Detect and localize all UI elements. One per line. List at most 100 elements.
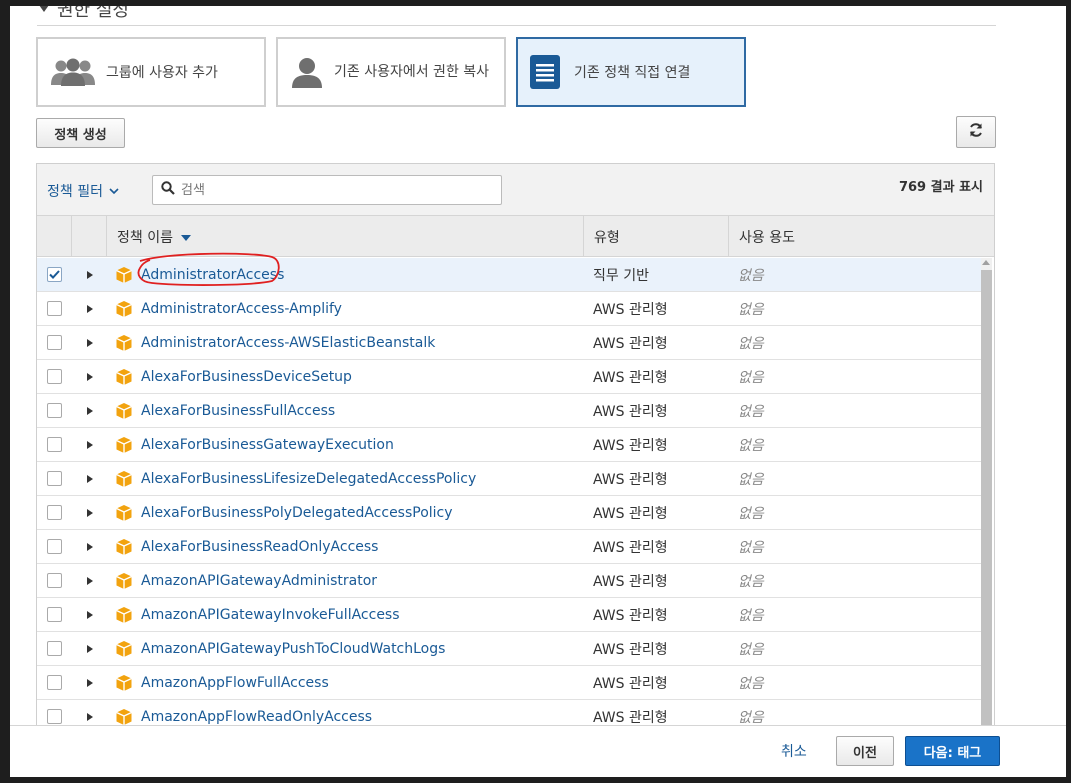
- row-checkbox[interactable]: [47, 675, 62, 690]
- policy-name-link[interactable]: AdministratorAccess: [141, 258, 284, 291]
- expand-row-icon[interactable]: [87, 292, 93, 325]
- policy-type: AWS 관리형: [593, 607, 668, 624]
- policy-type: AWS 관리형: [593, 573, 668, 590]
- search-box[interactable]: [152, 175, 502, 205]
- table-row[interactable]: AdministratorAccess-AWSElasticBeanstalk A…: [37, 326, 981, 360]
- caret-down-icon: [39, 6, 49, 12]
- table-row[interactable]: AmazonAppFlowFullAccess AWS 관리형 없음: [37, 666, 981, 700]
- search-input[interactable]: [181, 182, 481, 198]
- policy-name-link[interactable]: AmazonAPIGatewayInvokeFullAccess: [141, 598, 400, 631]
- column-header-name[interactable]: 정책 이름: [107, 216, 584, 257]
- table-row[interactable]: AlexaForBusinessPolyDelegatedAccessPolic…: [37, 496, 981, 530]
- column-header-type[interactable]: 유형: [584, 216, 729, 257]
- policy-name-link[interactable]: AdministratorAccess-AWSElasticBeanstalk: [141, 326, 435, 359]
- table-row[interactable]: AlexaForBusinessGatewayExecution AWS 관리형 없…: [37, 428, 981, 462]
- scroll-up-icon[interactable]: [982, 260, 990, 265]
- refresh-button[interactable]: [956, 116, 996, 148]
- table-row[interactable]: AmazonAPIGatewayInvokeFullAccess AWS 관리형 없…: [37, 598, 981, 632]
- row-checkbox[interactable]: [47, 335, 62, 350]
- scrollbar-thumb[interactable]: [981, 270, 992, 777]
- policy-package-icon: [115, 258, 133, 291]
- column-header-usage[interactable]: 사용 용도: [729, 216, 994, 257]
- expand-row-icon[interactable]: [87, 666, 93, 699]
- policy-usage: 없음: [738, 335, 764, 352]
- policy-type: 직무 기반: [593, 267, 649, 284]
- row-checkbox[interactable]: [47, 709, 62, 724]
- table-row[interactable]: AlexaForBusinessReadOnlyAccess AWS 관리형 없음: [37, 530, 981, 564]
- create-policy-button[interactable]: 정책 생성: [36, 118, 125, 148]
- policy-name-link[interactable]: AlexaForBusinessPolyDelegatedAccessPolic…: [141, 496, 453, 529]
- policy-usage: 없음: [738, 607, 764, 624]
- section-header[interactable]: 권한 설정: [37, 6, 996, 26]
- policy-name-link[interactable]: AmazonAPIGatewayPushToCloudWatchLogs: [141, 632, 445, 665]
- policy-name-link[interactable]: AmazonAppFlowFullAccess: [141, 666, 329, 699]
- policy-package-icon: [115, 530, 133, 563]
- header-select-cell: [37, 216, 72, 257]
- row-checkbox[interactable]: [47, 267, 62, 282]
- users-group-icon: [50, 57, 96, 87]
- row-checkbox[interactable]: [47, 369, 62, 384]
- policy-usage: 없음: [738, 403, 764, 420]
- row-checkbox[interactable]: [47, 607, 62, 622]
- policy-usage: 없음: [738, 675, 764, 692]
- row-checkbox[interactable]: [47, 301, 62, 316]
- option-attach-policies[interactable]: 기존 정책 직접 연결: [516, 37, 746, 107]
- policy-type: AWS 관리형: [593, 437, 668, 454]
- policy-name-link[interactable]: AlexaForBusinessDeviceSetup: [141, 360, 352, 393]
- window-frame: 권한 설정 그룹에 사용자 추가 기존 사용자에서 권한 복사 기존 정책 직접…: [10, 6, 1066, 777]
- row-checkbox[interactable]: [47, 641, 62, 656]
- table-row[interactable]: AlexaForBusinessFullAccess AWS 관리형 없음: [37, 394, 981, 428]
- policy-package-icon: [115, 292, 133, 325]
- expand-row-icon[interactable]: [87, 598, 93, 631]
- policy-name-link[interactable]: AlexaForBusinessFullAccess: [141, 394, 335, 427]
- filter-bar: 정책 필터 769 결과 표시: [37, 164, 994, 216]
- policy-name-link[interactable]: AmazonAPIGatewayAdministrator: [141, 564, 377, 597]
- option-label: 그룹에 사용자 추가: [106, 65, 218, 81]
- policy-name-link[interactable]: AdministratorAccess-Amplify: [141, 292, 342, 325]
- row-checkbox[interactable]: [47, 505, 62, 520]
- policy-type: AWS 관리형: [593, 369, 668, 386]
- row-checkbox[interactable]: [47, 539, 62, 554]
- policy-usage: 없음: [738, 641, 764, 658]
- row-checkbox[interactable]: [47, 437, 62, 452]
- expand-row-icon[interactable]: [87, 360, 93, 393]
- expand-row-icon[interactable]: [87, 326, 93, 359]
- section-title: 권한 설정: [57, 6, 129, 21]
- expand-row-icon[interactable]: [87, 258, 93, 291]
- expand-row-icon[interactable]: [87, 428, 93, 461]
- expand-row-icon[interactable]: [87, 496, 93, 529]
- policy-type: AWS 관리형: [593, 301, 668, 318]
- table-row[interactable]: AmazonAPIGatewayPushToCloudWatchLogs AWS …: [37, 632, 981, 666]
- row-checkbox[interactable]: [47, 471, 62, 486]
- expand-row-icon[interactable]: [87, 530, 93, 563]
- table-row[interactable]: AdministratorAccess-Amplify AWS 관리형 없음: [37, 292, 981, 326]
- table-row[interactable]: AdministratorAccess 직무 기반 없음: [37, 258, 981, 292]
- cancel-button[interactable]: 취소: [781, 741, 807, 761]
- expand-row-icon[interactable]: [87, 564, 93, 597]
- expand-row-icon[interactable]: [87, 394, 93, 427]
- policy-name-link[interactable]: AlexaForBusinessLifesizeDelegatedAccessP…: [141, 462, 476, 495]
- scrollbar[interactable]: [981, 258, 992, 777]
- policy-filter-dropdown[interactable]: 정책 필터: [47, 181, 119, 201]
- policy-name-link[interactable]: AlexaForBusinessReadOnlyAccess: [141, 530, 378, 563]
- row-checkbox[interactable]: [47, 573, 62, 588]
- next-tags-button[interactable]: 다음: 태그: [905, 736, 1000, 766]
- option-add-to-group[interactable]: 그룹에 사용자 추가: [36, 37, 266, 107]
- policy-table: 정책 필터 769 결과 표시 정책 이름: [36, 163, 995, 777]
- expand-row-icon[interactable]: [87, 462, 93, 495]
- policy-package-icon: [115, 632, 133, 665]
- document-icon: [530, 55, 560, 89]
- option-copy-permissions[interactable]: 기존 사용자에서 권한 복사: [276, 37, 506, 107]
- table-row[interactable]: AlexaForBusinessDeviceSetup AWS 관리형 없음: [37, 360, 981, 394]
- table-row[interactable]: AmazonAPIGatewayAdministrator AWS 관리형 없음: [37, 564, 981, 598]
- policy-type: AWS 관리형: [593, 539, 668, 556]
- table-row[interactable]: AlexaForBusinessLifesizeDelegatedAccessP…: [37, 462, 981, 496]
- column-label-usage: 사용 용도: [739, 229, 795, 246]
- policy-name-link[interactable]: AlexaForBusinessGatewayExecution: [141, 428, 394, 461]
- previous-button[interactable]: 이전: [836, 736, 894, 766]
- expand-row-icon[interactable]: [87, 632, 93, 665]
- policy-type: AWS 관리형: [593, 641, 668, 658]
- refresh-icon: [968, 122, 984, 142]
- row-checkbox[interactable]: [47, 403, 62, 418]
- policy-package-icon: [115, 666, 133, 699]
